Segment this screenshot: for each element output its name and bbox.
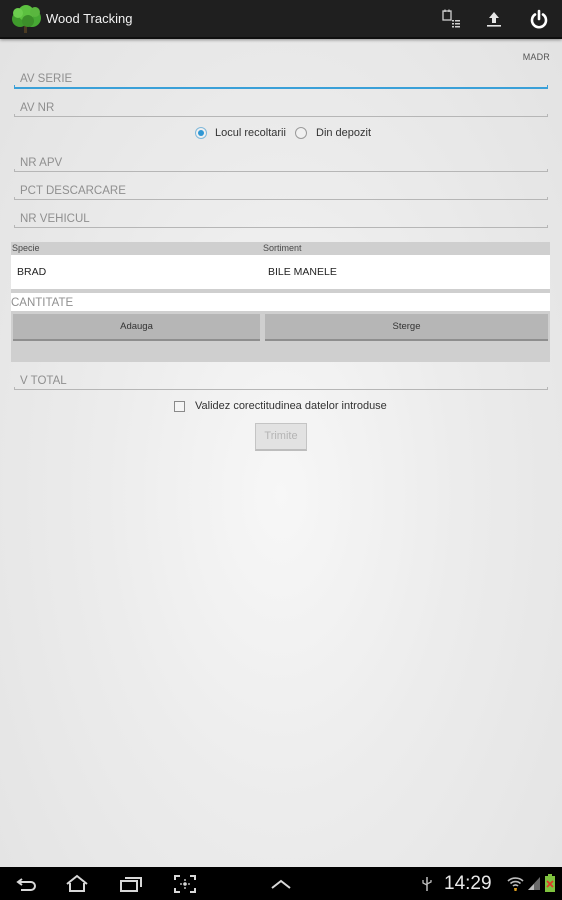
radio-label-locul-recoltarii[interactable]: Locul recoltarii (215, 127, 286, 139)
pct-descarcare-input[interactable] (14, 178, 548, 199)
clock: 14:29 (444, 873, 492, 894)
cell-specie: BRAD (17, 266, 47, 278)
signal-icon (528, 877, 540, 890)
wifi-icon (507, 877, 524, 891)
system-navigation-bar: 14:29 (0, 867, 562, 900)
av-serie-field[interactable] (14, 67, 548, 89)
species-table-panel: Specie Sortiment BRAD BILE MANELE Adauga… (11, 242, 550, 362)
add-button[interactable]: Adauga (13, 314, 260, 341)
back-icon[interactable] (14, 874, 40, 894)
battery-icon (545, 874, 555, 892)
av-nr-input[interactable] (14, 95, 548, 116)
av-serie-input[interactable] (14, 67, 548, 87)
column-header-specie: Specie (12, 243, 40, 253)
power-icon[interactable] (528, 8, 550, 30)
user-label: MADR (522, 52, 550, 62)
column-header-sortiment: Sortiment (263, 243, 302, 253)
nr-apv-input[interactable] (14, 150, 548, 171)
cell-sortiment: BILE MANELE (268, 266, 337, 278)
pct-descarcare-field[interactable] (14, 178, 548, 200)
recent-apps-icon[interactable] (118, 874, 144, 894)
radio-din-depozit[interactable] (295, 127, 307, 139)
source-radio-group: Locul recoltarii Din depozit (0, 126, 562, 142)
nr-apv-field[interactable] (14, 150, 548, 172)
chevron-up-icon[interactable] (268, 874, 294, 894)
v-total-input[interactable] (14, 368, 548, 389)
delete-button[interactable]: Sterge (265, 314, 548, 341)
action-bar: Wood Tracking (0, 0, 562, 39)
table-row[interactable]: BRAD BILE MANELE (11, 255, 550, 289)
validation-label[interactable]: Validez corectitudinea datelor introduse (195, 400, 387, 412)
upload-icon[interactable] (483, 8, 505, 30)
app-title: Wood Tracking (46, 11, 133, 26)
cantitate-input[interactable] (11, 294, 550, 312)
v-total-field[interactable] (14, 368, 548, 390)
home-icon[interactable] (64, 874, 90, 894)
nr-vehicul-input[interactable] (14, 206, 548, 227)
screenshot-icon[interactable] (172, 874, 198, 894)
send-button[interactable]: Trimite (255, 423, 307, 451)
validation-checkbox[interactable] (174, 401, 185, 412)
validation-row: Validez corectitudinea datelor introduse (0, 400, 562, 414)
cantitate-field[interactable] (11, 293, 550, 312)
radio-label-din-depozit[interactable]: Din depozit (316, 127, 371, 139)
usb-icon (422, 877, 432, 891)
tree-logo-icon (12, 5, 41, 33)
av-nr-field[interactable] (14, 95, 548, 117)
calendar-list-icon[interactable] (440, 8, 462, 30)
nr-vehicul-field[interactable] (14, 206, 548, 228)
radio-locul-recoltarii[interactable] (195, 127, 207, 139)
